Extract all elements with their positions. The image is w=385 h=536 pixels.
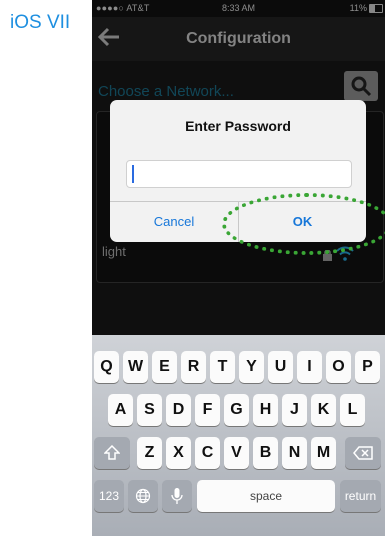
key-g[interactable]: G <box>224 394 249 426</box>
alert-title: Enter Password <box>185 118 291 134</box>
key-w[interactable]: W <box>123 351 148 383</box>
caption-ios-vii: iOS VII <box>10 12 71 33</box>
password-field[interactable] <box>126 160 352 188</box>
key-t[interactable]: T <box>210 351 235 383</box>
phone-screen: ●●●●○ AT&T 8:33 AM 11% Configuration Cho… <box>92 0 385 536</box>
key-j[interactable]: J <box>282 394 307 426</box>
microphone-icon <box>171 488 183 504</box>
key-d[interactable]: D <box>166 394 191 426</box>
space-key[interactable]: space <box>197 480 335 512</box>
key-n[interactable]: N <box>282 437 307 469</box>
key-l[interactable]: L <box>340 394 365 426</box>
key-i[interactable]: I <box>297 351 322 383</box>
key-p[interactable]: P <box>355 351 380 383</box>
key-r[interactable]: R <box>181 351 206 383</box>
key-a[interactable]: A <box>108 394 133 426</box>
text-caret <box>132 165 134 183</box>
globe-icon <box>135 488 151 504</box>
delete-key[interactable] <box>345 437 381 469</box>
key-f[interactable]: F <box>195 394 220 426</box>
key-m[interactable]: M <box>311 437 336 469</box>
key-u[interactable]: U <box>268 351 293 383</box>
key-y[interactable]: Y <box>239 351 264 383</box>
globe-key[interactable] <box>128 480 158 512</box>
key-s[interactable]: S <box>137 394 162 426</box>
key-q[interactable]: Q <box>94 351 119 383</box>
key-x[interactable]: X <box>166 437 191 469</box>
cancel-button[interactable]: Cancel <box>110 201 238 242</box>
key-v[interactable]: V <box>224 437 249 469</box>
ok-highlight-circle <box>222 193 385 255</box>
key-o[interactable]: O <box>326 351 351 383</box>
key-c[interactable]: C <box>195 437 220 469</box>
key-z[interactable]: Z <box>137 437 162 469</box>
backspace-icon <box>353 446 373 460</box>
key-e[interactable]: E <box>152 351 177 383</box>
shift-key[interactable] <box>94 437 130 469</box>
dictation-key[interactable] <box>162 480 192 512</box>
key-k[interactable]: K <box>311 394 336 426</box>
numbers-key[interactable]: 123 <box>94 480 124 512</box>
shift-icon <box>103 444 121 460</box>
key-b[interactable]: B <box>253 437 278 469</box>
return-key[interactable]: return <box>340 480 381 512</box>
key-h[interactable]: H <box>253 394 278 426</box>
keyboard: Q W E R T Y U I O P A S D F G H J K L Z … <box>92 335 385 536</box>
